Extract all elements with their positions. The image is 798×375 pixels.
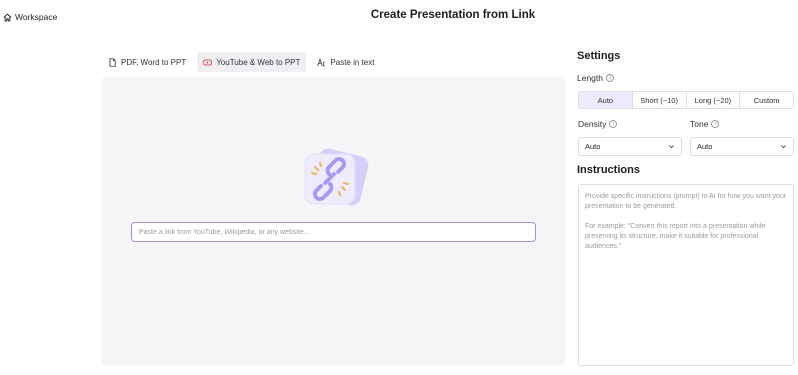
length-option-custom[interactable]: Custom: [739, 92, 793, 108]
chevron-down-icon: [781, 145, 786, 149]
page-title: Create Presentation from Link: [370, 9, 536, 21]
instructions-title: Instructions: [577, 164, 640, 176]
density-value: Auto: [585, 142, 601, 151]
density-label-row: Density i: [578, 119, 618, 129]
tab-label: PDF, Word to PPT: [121, 57, 187, 67]
tone-value: Auto: [697, 142, 713, 151]
tab-pdf-word[interactable]: PDF, Word to PPT: [102, 52, 192, 72]
density-label: Density: [578, 119, 607, 129]
document-icon: [109, 57, 116, 67]
tab-paste-text[interactable]: Paste in text: [311, 52, 380, 72]
source-tabs: PDF, Word to PPT YouTube & Web to PPT Pa…: [102, 52, 380, 72]
length-option-long[interactable]: Long (~20): [685, 92, 740, 108]
youtube-icon: [203, 59, 212, 65]
tone-label: Tone: [690, 119, 709, 129]
link-input-area: [102, 77, 565, 365]
length-option-short[interactable]: Short (~10): [631, 92, 686, 108]
tab-label: YouTube & Web to PPT: [216, 57, 301, 67]
instructions-placeholder-text: Provide specific instructions (prompt) t…: [585, 193, 787, 210]
settings-panel: Settings Length i Auto Short (~10) Long …: [577, 50, 794, 366]
info-icon[interactable]: i: [609, 120, 618, 128]
length-option-auto[interactable]: Auto: [579, 92, 632, 108]
link-input[interactable]: [131, 222, 536, 242]
settings-title: Settings: [577, 50, 621, 62]
info-icon[interactable]: i: [606, 74, 614, 82]
length-label: Length: [577, 73, 603, 83]
text-icon: [317, 57, 326, 66]
info-icon[interactable]: i: [711, 120, 720, 128]
tab-label: Paste in text: [330, 57, 375, 67]
link-icon: [304, 148, 369, 206]
tab-youtube-web[interactable]: YouTube & Web to PPT: [197, 52, 307, 72]
tone-label-row: Tone i: [690, 119, 720, 129]
instructions-textarea[interactable]: Provide specific instructions (prompt) t…: [578, 184, 794, 366]
chevron-down-icon: [669, 145, 674, 149]
instructions-example-text: For example: "Convert this report into a…: [585, 223, 766, 250]
density-select[interactable]: Auto: [578, 137, 682, 156]
tone-select[interactable]: Auto: [690, 137, 794, 156]
length-segmented-control: Auto Short (~10) Long (~20) Custom: [578, 91, 794, 109]
length-label-row: Length i: [577, 73, 614, 83]
